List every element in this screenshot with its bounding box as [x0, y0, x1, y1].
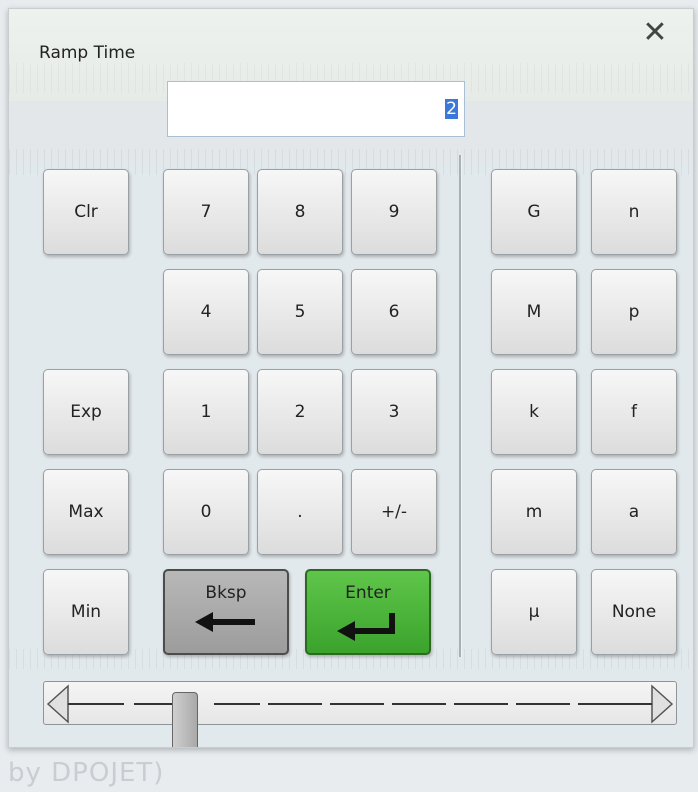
unit-mega-button[interactable]: M	[491, 269, 577, 355]
value-input[interactable]: 2	[167, 81, 465, 137]
enter-button[interactable]: Enter	[305, 569, 431, 655]
decimal-point-button[interactable]: .	[257, 469, 343, 555]
unit-giga-button[interactable]: G	[491, 169, 577, 255]
keypad-dialog: Ramp Time ✕ 2 Clr Exp Max Min 7 8 9 4 5 …	[8, 8, 694, 748]
max-button[interactable]: Max	[43, 469, 129, 555]
value-text: 2	[445, 99, 458, 119]
slider-track	[46, 684, 674, 724]
unit-none-button[interactable]: None	[591, 569, 677, 655]
unit-micro-button[interactable]: μ	[491, 569, 577, 655]
key-1-button[interactable]: 1	[163, 369, 249, 455]
key-2-button[interactable]: 2	[257, 369, 343, 455]
key-9-button[interactable]: 9	[351, 169, 437, 255]
key-8-button[interactable]: 8	[257, 169, 343, 255]
enter-return-icon	[337, 611, 399, 646]
enter-label: Enter	[345, 583, 391, 603]
key-6-button[interactable]: 6	[351, 269, 437, 355]
slider-thumb[interactable]	[172, 692, 198, 747]
left-arrow-icon	[195, 611, 257, 638]
unit-femto-button[interactable]: f	[591, 369, 677, 455]
key-3-button[interactable]: 3	[351, 369, 437, 455]
min-button[interactable]: Min	[43, 569, 129, 655]
unit-pico-button[interactable]: p	[591, 269, 677, 355]
dialog-title: Ramp Time	[39, 43, 136, 63]
key-5-button[interactable]: 5	[257, 269, 343, 355]
value-slider[interactable]	[43, 681, 677, 747]
close-icon[interactable]: ✕	[637, 15, 673, 51]
clear-button[interactable]: Clr	[43, 169, 129, 255]
backspace-label: Bksp	[205, 583, 247, 603]
backspace-button[interactable]: Bksp	[163, 569, 289, 655]
unit-milli-button[interactable]: m	[491, 469, 577, 555]
key-4-button[interactable]: 4	[163, 269, 249, 355]
unit-nano-button[interactable]: n	[591, 169, 677, 255]
keypad-divider	[459, 155, 462, 657]
slider-right-arrow-icon	[651, 684, 674, 724]
background-partial-text: by DPOJET)	[8, 758, 165, 788]
unit-kilo-button[interactable]: k	[491, 369, 577, 455]
key-7-button[interactable]: 7	[163, 169, 249, 255]
unit-atto-button[interactable]: a	[591, 469, 677, 555]
slider-left-arrow-icon	[46, 684, 69, 724]
exp-button[interactable]: Exp	[43, 369, 129, 455]
plus-minus-button[interactable]: +/-	[351, 469, 437, 555]
key-0-button[interactable]: 0	[163, 469, 249, 555]
